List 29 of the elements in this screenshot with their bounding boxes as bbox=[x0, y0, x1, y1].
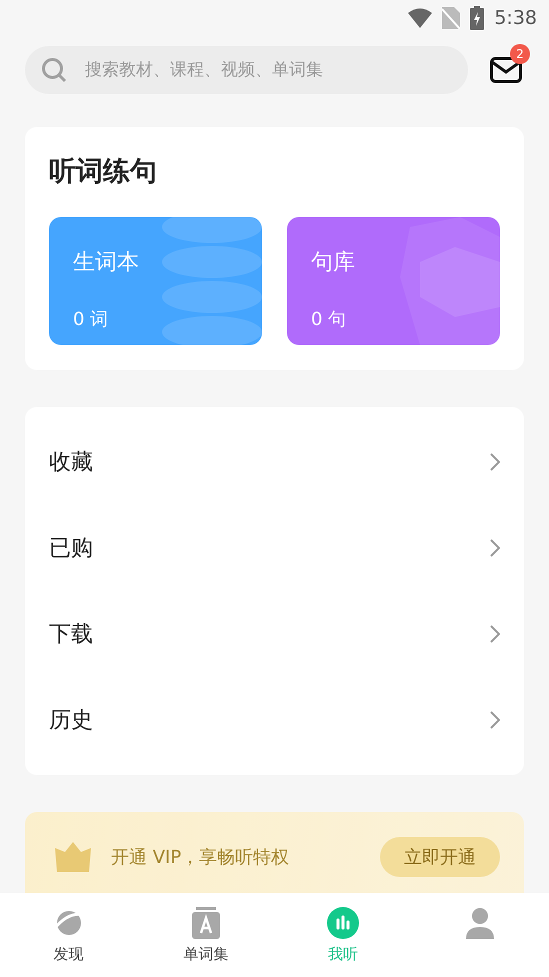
no-sim-icon bbox=[442, 7, 460, 29]
tile-count: 0 词 bbox=[73, 308, 110, 331]
search-icon bbox=[41, 57, 67, 83]
menu-item[interactable]: 已购 bbox=[49, 533, 93, 563]
section-title: 听词练句 bbox=[49, 155, 158, 189]
menu-item[interactable]: 收藏 bbox=[49, 447, 93, 477]
unread-badge: 2 bbox=[510, 44, 530, 64]
letter-book-icon bbox=[192, 907, 220, 939]
search-field[interactable]: 搜索教材、课程、视频、单词集 bbox=[25, 46, 468, 94]
mail-icon[interactable] bbox=[490, 57, 522, 83]
vip-text: 开通 VIP，享畅听特权 bbox=[111, 846, 290, 869]
wifi-icon bbox=[408, 8, 432, 28]
bar-chart-icon bbox=[327, 907, 360, 939]
chevron-right-icon bbox=[490, 625, 500, 643]
tab[interactable]: 发现 bbox=[0, 893, 138, 977]
menu-item[interactable]: 下载 bbox=[49, 619, 93, 649]
chevron-right-icon bbox=[490, 711, 500, 729]
tile-count: 0 句 bbox=[311, 308, 348, 331]
person-icon bbox=[464, 907, 496, 939]
tile-title: 生词本 bbox=[73, 249, 140, 277]
chevron-right-icon bbox=[490, 453, 500, 471]
status-time: 5:38 bbox=[494, 7, 537, 29]
tab[interactable]: 单词集 bbox=[137, 893, 274, 977]
crown-icon bbox=[55, 842, 91, 872]
menu-item[interactable]: 历史 bbox=[49, 705, 93, 735]
battery-charging-icon bbox=[470, 6, 484, 30]
tile-title: 句库 bbox=[311, 249, 356, 277]
chevron-right-icon bbox=[490, 539, 500, 557]
open-vip-button[interactable]: 立即开通 bbox=[380, 837, 500, 877]
